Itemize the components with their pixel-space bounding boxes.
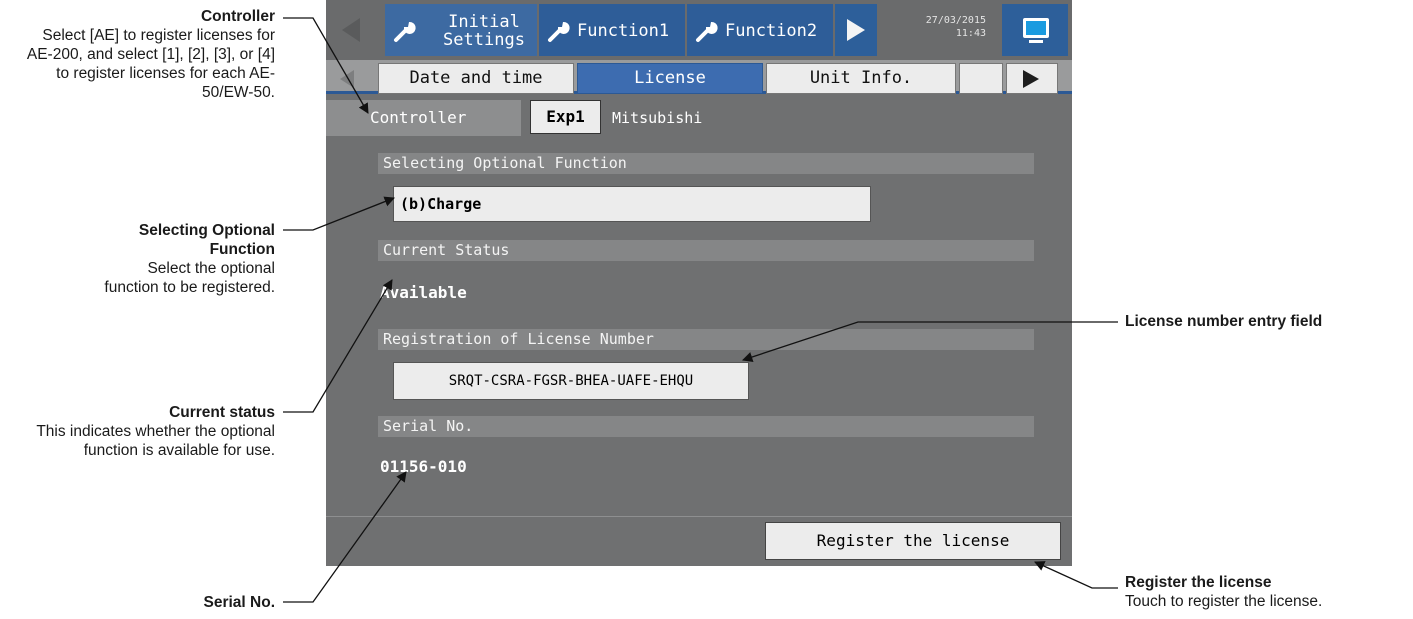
annotation-controller: Controller Select [AE] to register licen…: [20, 7, 275, 102]
register-license-button[interactable]: Register the license: [765, 522, 1061, 560]
optional-function-header: Selecting Optional Function: [378, 153, 1034, 174]
annotation-status-title: Current status: [169, 404, 275, 421]
wrench-icon: [394, 21, 416, 42]
prev-subtab-arrow-icon[interactable]: [340, 70, 354, 88]
subtab-license[interactable]: License: [577, 63, 763, 94]
annotation-current-status: Current status This indicates whether th…: [0, 403, 275, 460]
annotation-register-title: Register the license: [1125, 574, 1272, 591]
annotation-register: Register the license Touch to register t…: [1125, 573, 1410, 611]
monitor-stand: [1029, 40, 1043, 43]
subtab-date-and-time[interactable]: Date and time: [378, 63, 574, 94]
annotation-controller-body: Select [AE] to register licenses for AE-…: [26, 27, 275, 101]
annotation-optional-title: Selecting Optional Function: [138, 222, 275, 258]
controller-screen: Initial Settings Function1 Function2 27/…: [326, 0, 1072, 566]
tab-function2-label: Function2: [725, 21, 818, 41]
date-text: 27/03/2015: [925, 15, 986, 26]
tab-function1[interactable]: Function1: [539, 4, 685, 56]
controller-name: Mitsubishi: [612, 109, 703, 127]
monitor-icon: [1023, 18, 1049, 38]
next-tab-arrow-icon: [847, 19, 865, 41]
bottom-divider: [326, 516, 1072, 517]
annotation-status-body: This indicates whether the optional func…: [36, 423, 275, 459]
current-status-header: Current Status: [378, 240, 1034, 261]
serial-no-header: Serial No.: [378, 416, 1034, 437]
annotation-controller-title: Controller: [200, 8, 275, 25]
serial-no-value: 01156-010: [380, 457, 467, 476]
optional-function-select[interactable]: (b)Charge: [393, 186, 871, 222]
tab-function2[interactable]: Function2: [687, 4, 833, 56]
tab-initial-settings[interactable]: Initial Settings: [385, 4, 537, 56]
prev-tab-arrow-icon[interactable]: [342, 18, 360, 42]
controller-select-button[interactable]: Exp1: [530, 100, 601, 134]
next-subtab-arrow-icon: [1023, 70, 1039, 88]
annotation-serial-title: Serial No.: [203, 594, 276, 611]
wrench-icon: [696, 21, 718, 42]
annotation-optional-body: Select the optional function to be regis…: [104, 260, 275, 296]
annotation-license-title: License number entry field: [1125, 313, 1323, 330]
next-subtab-button[interactable]: [1006, 63, 1058, 94]
current-status-value: Available: [380, 283, 467, 302]
subtab-unit-info[interactable]: Unit Info.: [766, 63, 956, 94]
sub-tab-bar: Date and time License Unit Info.: [326, 60, 1072, 94]
tab-function1-label: Function1: [577, 21, 670, 41]
top-tab-bar: Initial Settings Function1 Function2 27/…: [326, 0, 1072, 60]
controller-label: Controller: [326, 100, 521, 136]
license-number-field[interactable]: SRQT-CSRA-FGSR-BHEA-UAFE-EHQU: [393, 362, 749, 400]
license-registration-header: Registration of License Number: [378, 329, 1034, 350]
time-text: 11:43: [955, 28, 986, 39]
annotation-serial-no: Serial No.: [100, 593, 276, 612]
monitor-button[interactable]: [1002, 4, 1068, 56]
clock-display: 27/03/2015 11:43: [878, 14, 986, 40]
subtab-blank[interactable]: [959, 63, 1003, 94]
annotation-license-field: License number entry field: [1125, 312, 1410, 331]
wrench-icon: [548, 21, 570, 42]
tab-initial-settings-label: Initial Settings: [443, 12, 525, 50]
next-tab-button[interactable]: [835, 4, 877, 56]
annotation-optional-function: Selecting Optional Function Select the o…: [20, 221, 275, 297]
annotation-register-body: Touch to register the license.: [1125, 593, 1323, 610]
